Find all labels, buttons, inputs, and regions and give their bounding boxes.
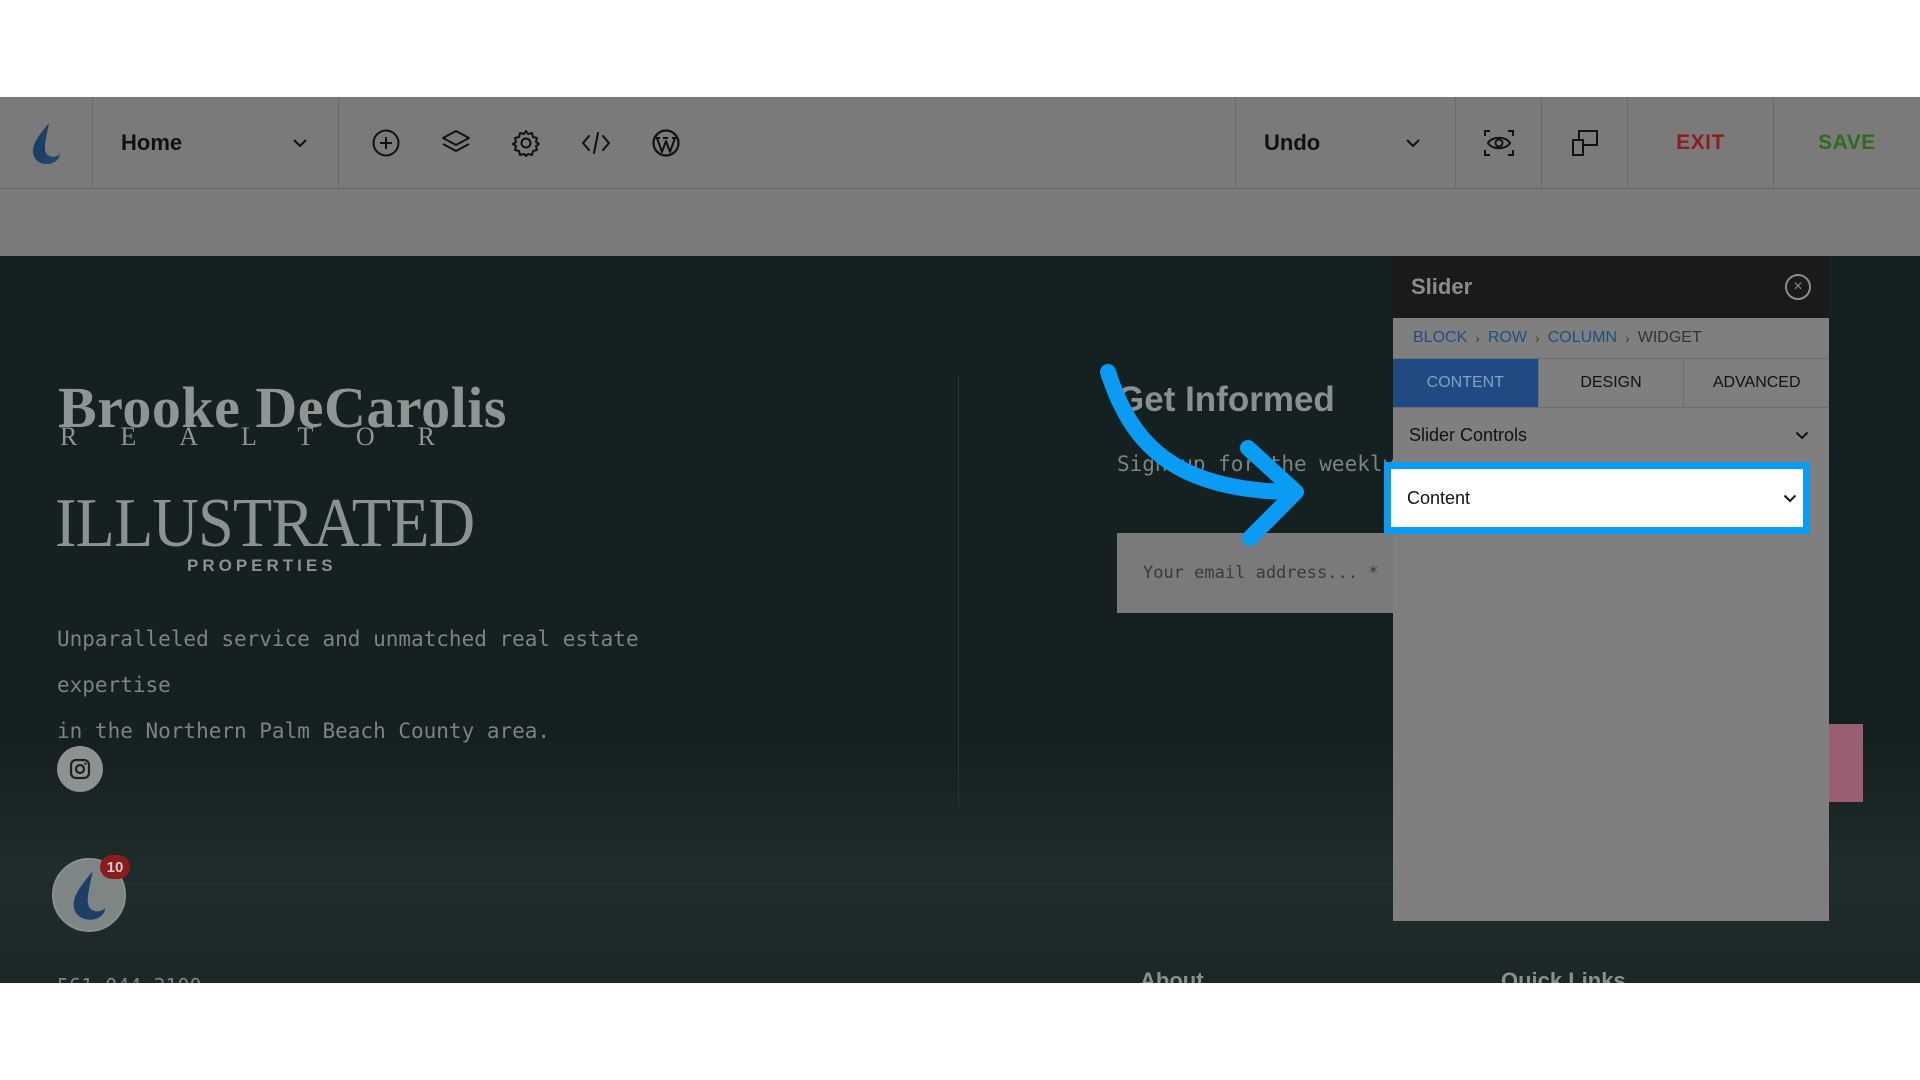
annotation-arrow <box>1100 364 1304 546</box>
canvas-top-strip <box>0 189 1920 256</box>
tab-advanced[interactable]: ADVANCED <box>1684 359 1829 407</box>
page-selector[interactable]: Home <box>93 97 339 188</box>
properties-logo-text: PROPERTIES <box>187 556 337 575</box>
code-icon <box>582 131 610 154</box>
notification-badge: 10 <box>100 855 130 879</box>
brand-subtitle: REALTOR <box>60 422 479 451</box>
code-button[interactable] <box>575 122 617 164</box>
tab-content[interactable]: CONTENT <box>1393 359 1539 407</box>
preview-button[interactable] <box>1456 97 1542 188</box>
illustrated-logo-text: ILLUSTRATED <box>55 485 475 562</box>
column-divider <box>958 376 959 806</box>
panel-header: Slider × <box>1393 256 1829 318</box>
builder-toolbar: Home Undo EXIT SAVE <box>0 97 1920 189</box>
eye-preview-icon <box>1483 129 1514 156</box>
quick-links-heading: Quick Links <box>1501 968 1626 983</box>
tab-design[interactable]: DESIGN <box>1539 359 1685 407</box>
settings-button[interactable] <box>505 122 547 164</box>
tagline-line-2: in the Northern Palm Beach County area. <box>57 719 551 743</box>
toolbar-icon-group <box>339 97 1236 188</box>
add-element-button[interactable] <box>365 122 407 164</box>
breadcrumb: BLOCK › ROW › COLUMN › WIDGET <box>1393 318 1829 358</box>
widget-editor-panel: Slider × BLOCK › ROW › COLUMN › WIDGET C… <box>1393 256 1829 921</box>
close-icon[interactable]: × <box>1785 274 1811 300</box>
breadcrumb-widget: WIDGET <box>1637 329 1702 346</box>
undo-label: Undo <box>1264 129 1321 155</box>
builder-logo[interactable] <box>0 97 93 188</box>
breadcrumb-column[interactable]: COLUMN <box>1548 329 1617 347</box>
breadcrumb-separator-icon: › <box>1535 330 1540 346</box>
wordpress-icon <box>652 128 680 157</box>
responsive-button[interactable] <box>1542 97 1628 188</box>
layers-button[interactable] <box>435 122 477 164</box>
responsive-devices-icon <box>1571 129 1598 156</box>
panel-tabs: CONTENT DESIGN ADVANCED <box>1393 358 1829 408</box>
breadcrumb-block[interactable]: BLOCK <box>1413 329 1467 347</box>
letterbox-bottom <box>0 983 1920 1080</box>
breadcrumb-separator-icon: › <box>1475 330 1480 346</box>
wordpress-button[interactable] <box>645 122 687 164</box>
chevron-down-icon <box>1406 138 1420 147</box>
footer-phone: 561-044-3100 <box>57 974 202 983</box>
letterbox-top <box>0 0 1920 97</box>
layers-icon <box>442 129 470 152</box>
flame-logo-icon <box>73 871 106 920</box>
slider-controls-section[interactable]: Slider Controls <box>1393 408 1829 462</box>
exit-button[interactable]: EXIT <box>1628 97 1774 188</box>
page-selector-label: Home <box>121 129 183 155</box>
chevron-down-icon <box>1795 431 1809 439</box>
breadcrumb-row[interactable]: ROW <box>1488 329 1527 347</box>
footer-tagline: Unparalleled service and unmatched real … <box>57 616 697 754</box>
add-circle-icon <box>372 129 400 156</box>
content-section-label: Content <box>1407 487 1471 508</box>
about-heading: About <box>1140 968 1204 983</box>
subscribe-button[interactable] <box>1826 724 1863 802</box>
chevron-down-icon <box>1783 494 1797 502</box>
save-button[interactable]: SAVE <box>1774 97 1920 188</box>
chevron-down-icon <box>293 138 307 147</box>
gear-icon <box>512 129 540 157</box>
undo-dropdown[interactable]: Undo <box>1236 97 1456 188</box>
breadcrumb-separator-icon: › <box>1625 330 1630 346</box>
content-section[interactable]: Content <box>1384 462 1810 534</box>
slider-controls-label: Slider Controls <box>1409 424 1528 445</box>
panel-title: Slider <box>1411 274 1473 299</box>
instagram-link[interactable] <box>57 746 103 792</box>
flame-logo-icon <box>33 122 60 164</box>
tagline-line-1: Unparalleled service and unmatched real … <box>57 627 639 697</box>
instagram-icon <box>69 758 91 780</box>
